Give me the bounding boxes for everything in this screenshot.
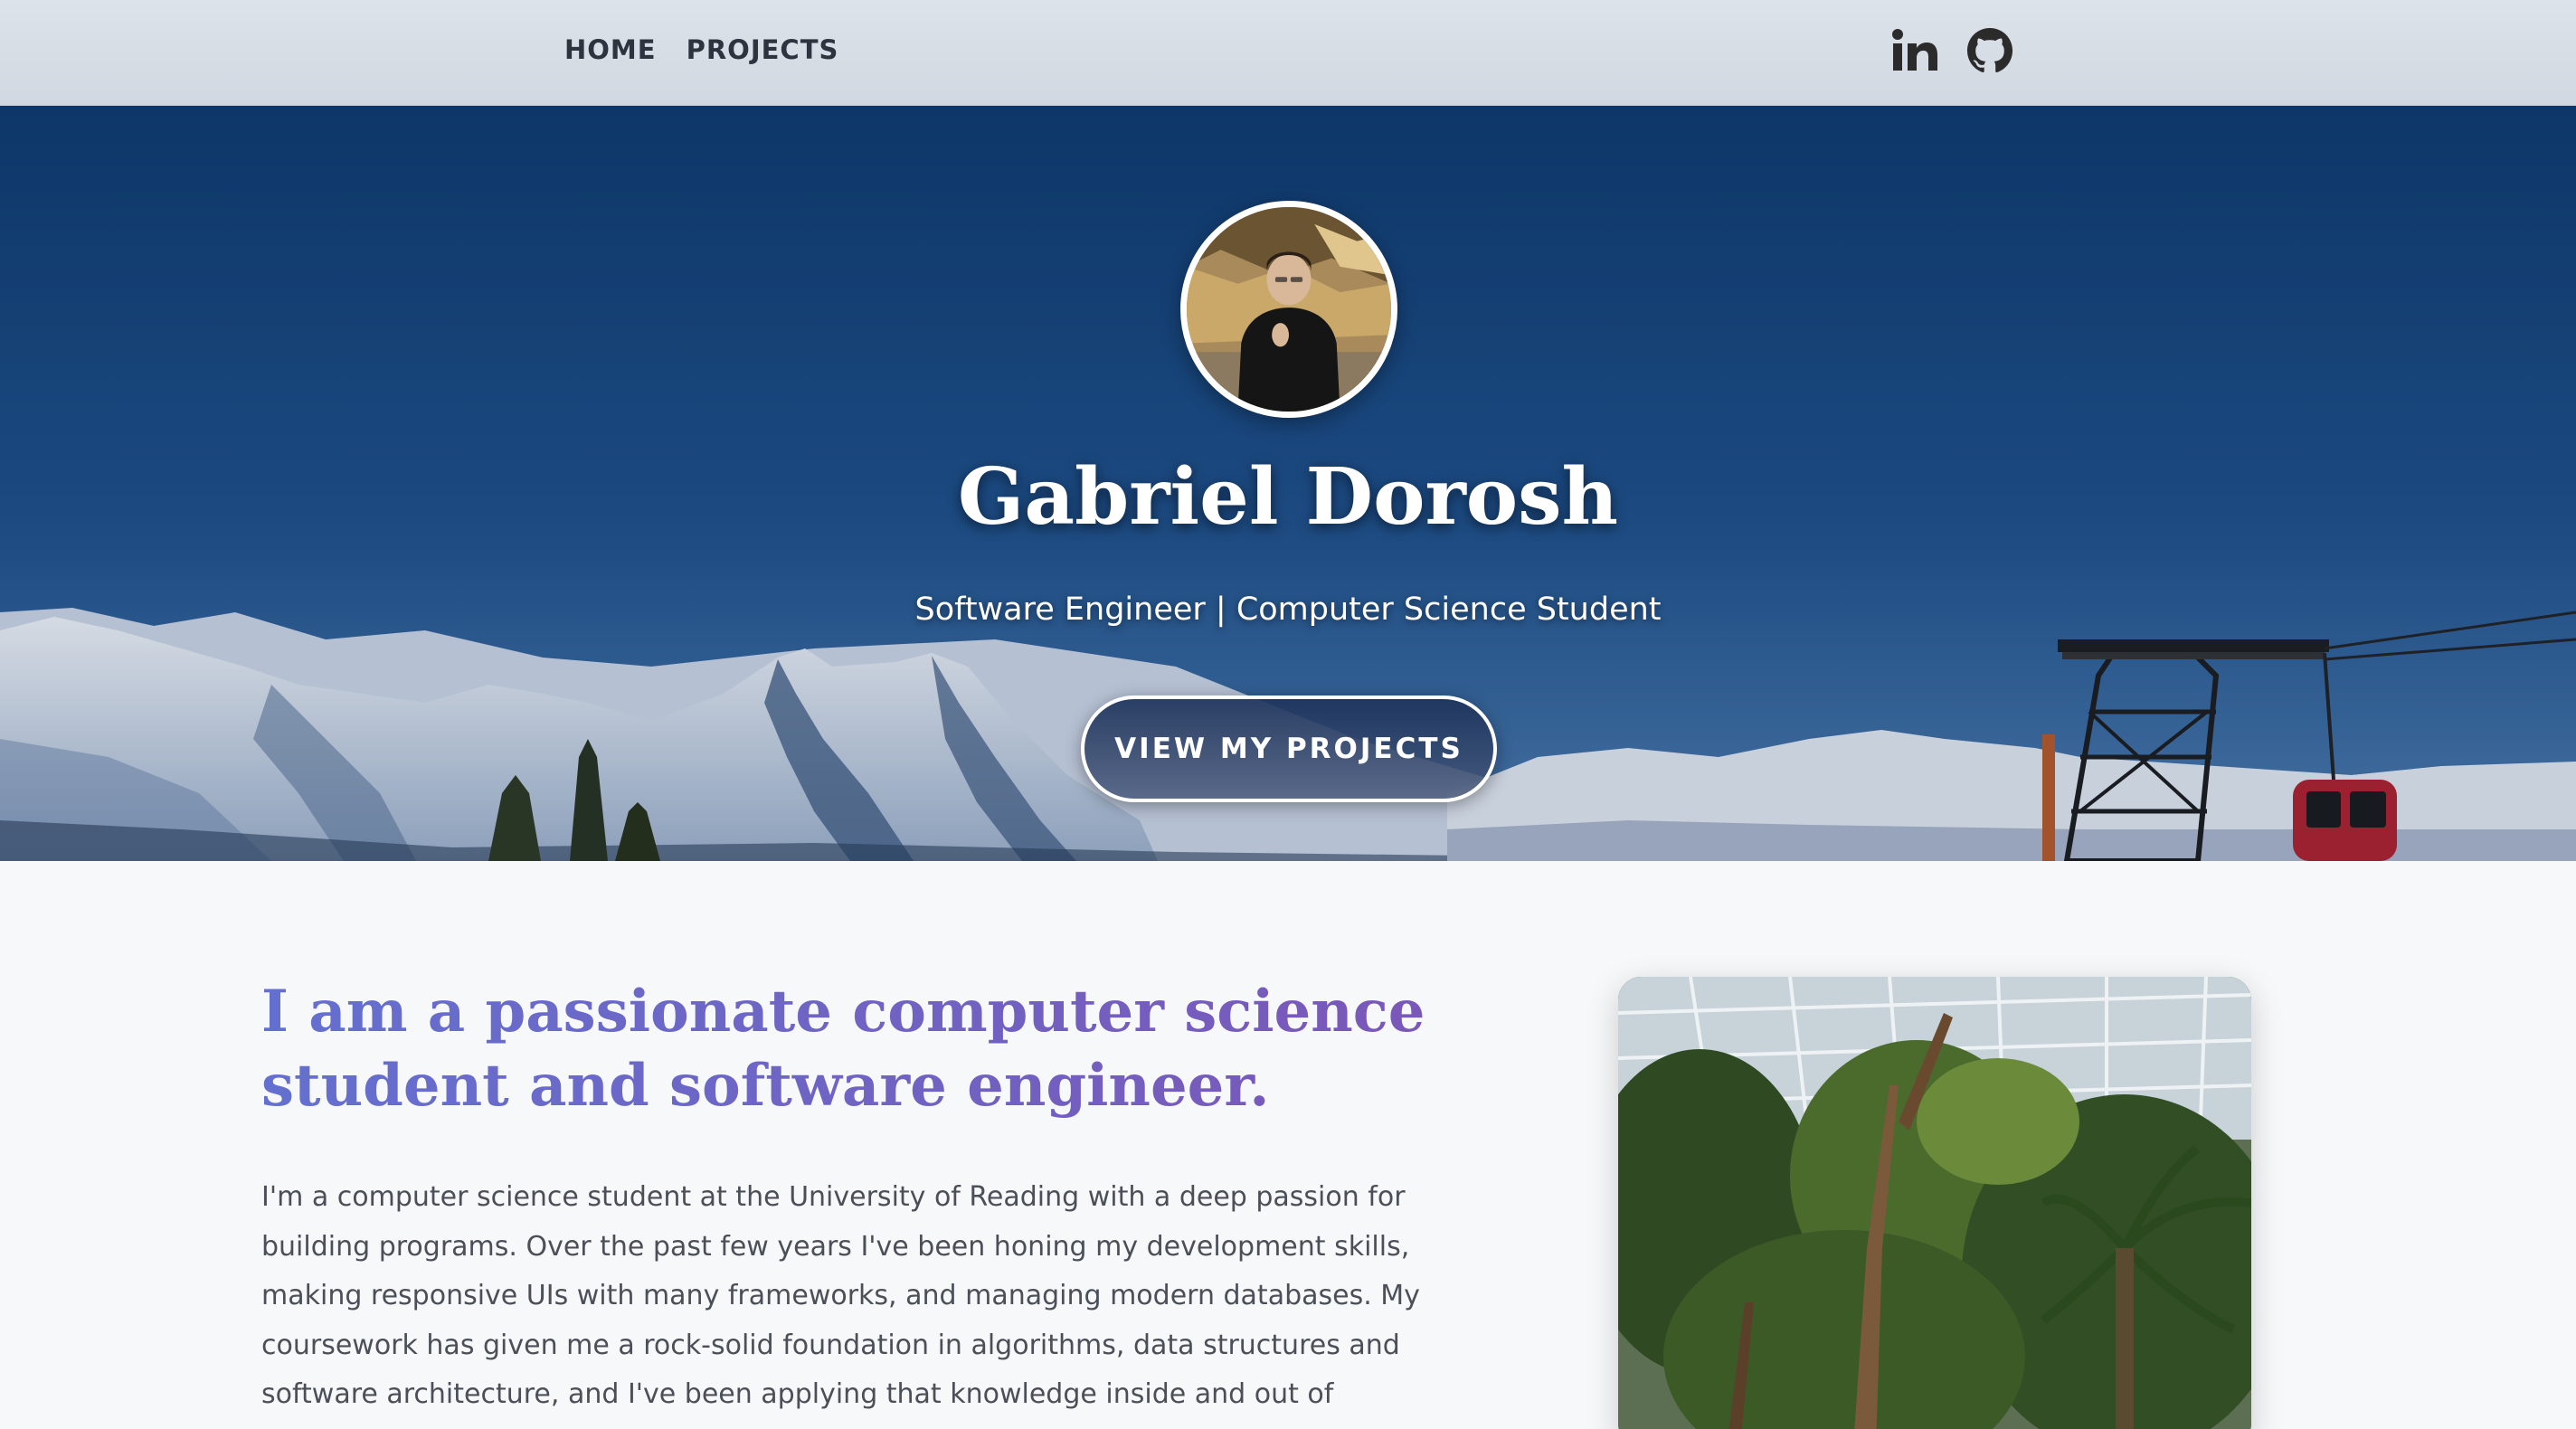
- nav-projects-link[interactable]: PROJECTS: [687, 34, 839, 65]
- view-projects-button[interactable]: VIEW MY PROJECTS: [1081, 696, 1497, 802]
- nav-home-link[interactable]: HOME: [564, 34, 657, 65]
- github-icon[interactable]: [1965, 25, 2015, 76]
- top-nav: HOME PROJECTS: [0, 0, 2576, 106]
- hero-tagline: Software Engineer | Computer Science Stu…: [914, 591, 1662, 628]
- greenhouse-photo: [1618, 977, 2251, 1429]
- about-heading: I am a passionate computer science stude…: [261, 975, 1437, 1123]
- profile-avatar: [1180, 201, 1397, 418]
- social-links: [1890, 25, 2015, 76]
- hero-section: Gabriel Dorosh Software Engineer | Compu…: [0, 106, 2576, 861]
- nav-links: HOME PROJECTS: [564, 34, 838, 65]
- about-body: I'm a computer science student at the Un…: [261, 1181, 1420, 1429]
- linkedin-icon[interactable]: [1890, 25, 1941, 76]
- hero-name: Gabriel Dorosh: [957, 451, 1619, 543]
